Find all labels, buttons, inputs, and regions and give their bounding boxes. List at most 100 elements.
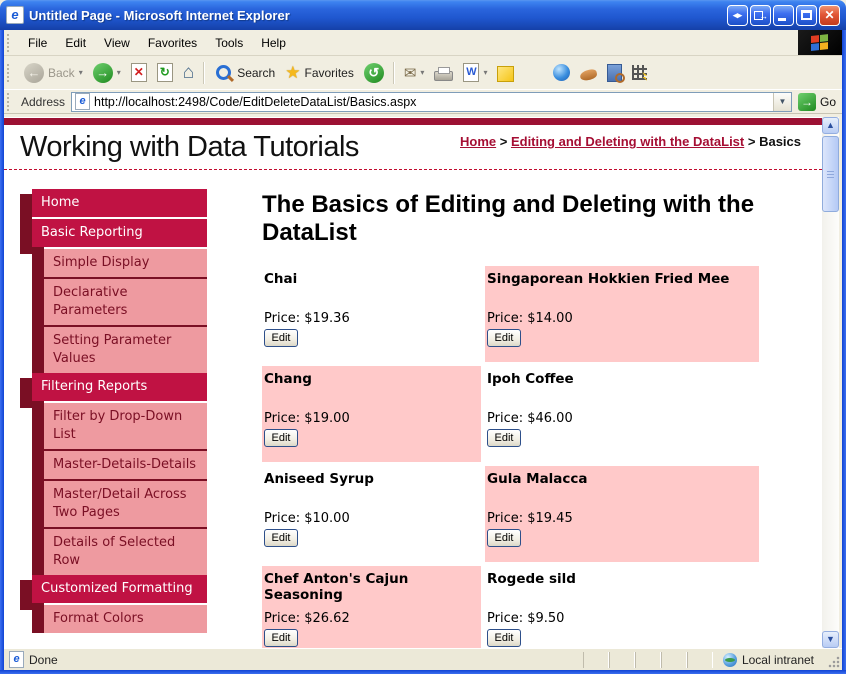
forward-button[interactable]: → ▾ [88,60,126,86]
address-input[interactable]: e http://localhost:2498/Code/EditDeleteD… [71,92,792,112]
edit-button[interactable]: Edit [487,629,521,647]
history-button[interactable]: ↺ [359,60,389,86]
search-icon [216,65,231,80]
close-button[interactable]: ✕ [819,5,840,26]
edit-button[interactable]: Edit [264,529,298,547]
titlebar[interactable]: e Untitled Page - Microsoft Internet Exp… [0,0,846,30]
edit-with-word-button[interactable]: W ▾ [458,60,492,85]
edit-button[interactable]: Edit [487,329,521,347]
edit-button[interactable]: Edit [487,529,521,547]
menu-tools[interactable]: Tools [206,32,252,54]
product-item: Ipoh Coffee Price: $46.00 Edit [485,366,759,462]
status-pane [687,652,713,668]
edit-button[interactable]: Edit [264,329,298,347]
matrix-lightning-icon [632,65,647,80]
main-content: The Basics of Editing and Deleting with … [262,191,759,247]
window-border [0,30,4,670]
menu-favorites[interactable]: Favorites [139,32,206,54]
search-button[interactable]: Search [209,60,280,85]
note-icon [497,66,514,82]
toolbar-grip[interactable] [7,64,13,82]
vertical-scrollbar[interactable]: ▲ ▼ [822,117,839,648]
product-name: Aniseed Syrup [264,471,479,487]
menu-file[interactable]: File [19,32,56,54]
menu-edit[interactable]: Edit [56,32,95,54]
address-bar: Address e http://localhost:2498/Code/Edi… [4,90,842,114]
sidebar-item-basic-reporting[interactable]: Basic Reporting [32,219,207,247]
product-name: Chai [264,271,479,287]
product-name: Chef Anton's Cajun Seasoning [264,571,479,603]
maximize-button[interactable] [796,5,817,26]
mail-dropdown-icon[interactable]: ▾ [420,68,424,77]
scroll-up-button[interactable]: ▲ [822,117,839,134]
windows-logo [798,30,842,55]
status-text: Done [29,653,583,667]
pan-left-right-button[interactable]: ◂▸ [727,5,748,26]
back-dropdown-icon[interactable]: ▾ [79,68,83,77]
research-book-icon [607,64,622,82]
forward-dropdown-icon[interactable]: ▾ [117,68,121,77]
menu-grip[interactable] [7,34,13,52]
menu-help[interactable]: Help [252,32,295,54]
product-name: Gula Malacca [487,471,757,487]
home-button[interactable]: ⌂ [178,60,199,86]
scrollbar-thumb[interactable] [822,136,839,212]
discuss-button[interactable] [492,61,519,85]
address-url[interactable]: http://localhost:2498/Code/EditDeleteDat… [94,95,773,109]
refresh-button[interactable]: ↻ [152,60,178,85]
messenger-button[interactable] [548,61,575,84]
go-button[interactable]: → Go [798,93,836,111]
scroll-down-button[interactable]: ▼ [822,631,839,648]
window-title: Untitled Page - Microsoft Internet Explo… [29,8,727,23]
print-button[interactable] [429,62,458,84]
address-grip[interactable] [7,93,13,111]
breadcrumb-section-link[interactable]: Editing and Deleting with the DataList [511,134,744,149]
product-item: Singaporean Hokkien Fried Mee Price: $14… [485,266,759,362]
sidebar-item-declarative-parameters[interactable]: Declarative Parameters [44,277,207,325]
product-name: Rogede sild [487,571,757,587]
menu-view[interactable]: View [95,32,139,54]
back-button[interactable]: ← Back ▾ [19,60,88,86]
edit-dropdown-icon[interactable]: ▾ [483,68,487,77]
sidebar-nav: Home Basic Reporting Simple Display Decl… [20,189,207,633]
sidebar-item-format-colors[interactable]: Format Colors [44,605,207,633]
window-border [842,30,846,670]
sidebar-item-customized-formatting[interactable]: Customized Formatting [32,575,207,603]
edit-button[interactable]: Edit [487,429,521,447]
refresh-icon: ↻ [157,63,173,82]
product-price: Price: $19.45 [487,511,573,526]
address-dropdown-button[interactable]: ▼ [773,93,791,111]
pop-out-button[interactable]: → [750,5,771,26]
sidebar-item-setting-parameter-values[interactable]: Setting Parameter Values [44,325,207,373]
product-price: Price: $26.62 [264,611,350,626]
sidebar-item-master-detail-two-pages[interactable]: Master/Detail Across Two Pages [44,479,207,527]
sidebar-item-master-details-details[interactable]: Master-Details-Details [44,449,207,479]
minimize-button[interactable] [773,5,794,26]
sidebar-item-details-of-selected-row[interactable]: Details of Selected Row [44,527,207,575]
breadcrumb-home-link[interactable]: Home [460,134,496,149]
favorites-button[interactable]: ★ Favorites [280,61,359,85]
edit-button[interactable]: Edit [264,629,298,647]
sidebar-item-simple-display[interactable]: Simple Display [44,249,207,277]
sidebar-item-filter-by-dropdown-list[interactable]: Filter by Drop-Down List [44,403,207,449]
tools-grid-button[interactable] [627,62,652,83]
sidebar-item-home[interactable]: Home [32,189,207,217]
intranet-zone-icon [723,653,737,667]
research-button[interactable] [602,61,627,85]
favorites-star-icon: ★ [285,64,300,82]
status-pane [609,652,635,668]
addon-button[interactable] [575,63,602,83]
product-name: Ipoh Coffee [487,371,757,387]
menu-bar: File Edit View Favorites Tools Help [4,30,842,56]
sidebar-item-filtering-reports[interactable]: Filtering Reports [32,373,207,401]
window-border [0,670,846,674]
product-item: Chai Price: $19.36 Edit [262,266,481,362]
product-price: Price: $19.00 [264,411,350,426]
resize-grip[interactable] [828,656,840,668]
stop-button[interactable]: ✕ [126,60,152,85]
product-name: Chang [264,371,479,387]
edit-button[interactable]: Edit [264,429,298,447]
mail-button[interactable]: ✉ ▾ [399,61,430,85]
toolbar-separator [393,62,395,84]
breadcrumb: Home > Editing and Deleting with the Dat… [460,134,822,150]
